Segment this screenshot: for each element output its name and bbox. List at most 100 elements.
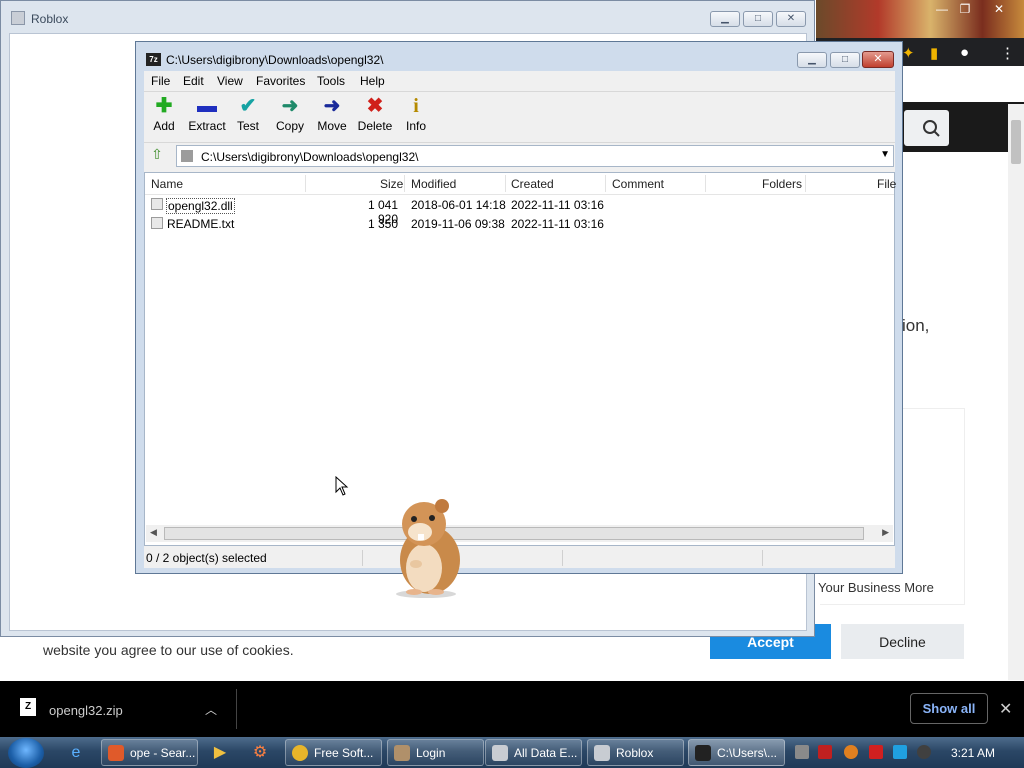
7zip-icon: 7z xyxy=(146,53,161,66)
menu-favorites[interactable]: Favorites xyxy=(256,74,305,88)
extract-button[interactable]: ▬ Extract xyxy=(186,95,228,139)
column-modified[interactable]: Modified xyxy=(411,177,456,191)
7zip-maximize-button[interactable]: □ xyxy=(830,52,860,68)
tray-search-icon[interactable] xyxy=(844,745,858,759)
file-modified: 2018-06-01 14:18 xyxy=(411,198,506,212)
cookie-notice-text: website you agree to our use of cookies. xyxy=(43,642,294,658)
site-search-button[interactable] xyxy=(904,110,949,146)
file-icon xyxy=(151,198,163,210)
path-combobox[interactable]: C:\Users\digibrony\Downloads\opengl32\ ▼ xyxy=(176,145,894,167)
window-icon xyxy=(492,745,508,761)
menu-tools[interactable]: Tools xyxy=(317,74,345,88)
tray-app-icon[interactable] xyxy=(795,745,809,759)
profile-avatar-icon[interactable]: ● xyxy=(960,44,969,61)
roblox-icon xyxy=(594,745,610,761)
decline-cookies-button[interactable]: Decline xyxy=(841,624,964,659)
column-created[interactable]: Created xyxy=(511,177,554,191)
roblox-window-title: Roblox xyxy=(31,12,69,26)
clock[interactable]: 3:21 AM xyxy=(951,746,995,760)
toolbar: ✚ Add ▬ Extract ✔ Test ➜ Copy ➜ Move ✖ D… xyxy=(144,92,895,143)
taskbar-item-all-data[interactable]: All Data E... xyxy=(485,739,582,766)
flag-icon[interactable] xyxy=(869,745,883,759)
table-row[interactable]: opengl32.dll 1 041 920 2018-06-01 14:18 … xyxy=(145,195,894,226)
file-size: 1 350 xyxy=(367,217,398,231)
7zip-close-button[interactable]: ✕ xyxy=(862,51,894,68)
delete-button[interactable]: ✖ Delete xyxy=(354,95,396,139)
download-file-name[interactable]: opengl32.zip xyxy=(49,703,123,718)
roblox-minimize-button[interactable]: ▁ xyxy=(710,11,740,27)
test-button[interactable]: ✔ Test xyxy=(228,95,268,139)
login-app-icon xyxy=(394,745,410,761)
scroll-right-icon[interactable]: ▶ xyxy=(882,527,889,538)
column-folders[interactable]: Folders xyxy=(762,177,802,191)
page-card-text: Your Business More xyxy=(818,580,934,595)
download-bar: Z opengl32.zip ︿ Show all ✕ xyxy=(0,681,1024,737)
menu-edit[interactable]: Edit xyxy=(183,74,204,88)
chrome-icon xyxy=(292,745,308,761)
add-button[interactable]: ✚ Add xyxy=(144,95,184,139)
7zip-window-title: C:\Users\digibrony\Downloads\opengl32\ xyxy=(166,53,384,67)
scroll-thumb[interactable] xyxy=(164,527,864,540)
volume-icon[interactable] xyxy=(917,745,931,759)
menu-dots-icon[interactable]: ⋮ xyxy=(1000,44,1015,62)
app-icon[interactable]: ⚙ xyxy=(248,741,272,765)
column-files[interactable]: File xyxy=(877,177,896,191)
menu-file[interactable]: File xyxy=(151,74,170,88)
mouse-cursor-icon xyxy=(335,476,349,496)
folder-up-button[interactable]: ⇧ xyxy=(147,146,167,166)
minus-icon: ▬ xyxy=(197,95,217,117)
taskbar-item-roblox[interactable]: Roblox xyxy=(587,739,684,766)
roblox-close-button[interactable]: ✕ xyxy=(776,11,806,27)
chevron-up-icon[interactable]: ︿ xyxy=(205,701,217,718)
7zip-client: File Edit View Favorites Tools Help ✚ Ad… xyxy=(144,71,896,568)
menu-help[interactable]: Help xyxy=(360,74,385,88)
media-player-icon[interactable]: ▶ xyxy=(208,741,232,765)
menu-view[interactable]: View xyxy=(217,74,243,88)
hamster-pet-image[interactable] xyxy=(384,494,468,598)
status-bar: 0 / 2 object(s) selected xyxy=(144,548,895,568)
tray-check-icon[interactable] xyxy=(818,745,832,759)
page-scrollbar[interactable] xyxy=(1008,104,1024,680)
7zip-window: 7z C:\Users\digibrony\Downloads\opengl32… xyxy=(135,41,903,574)
file-list: Name Size Modified Created Comment Folde… xyxy=(144,172,896,546)
browser-titlebar: — ❐ ✕ xyxy=(816,0,1024,38)
minimize-icon[interactable]: — xyxy=(931,2,953,16)
scroll-left-icon[interactable]: ◀ xyxy=(150,527,157,538)
taskbar-item-login[interactable]: Login xyxy=(387,739,484,766)
file-created: 2022-11-11 03:16 xyxy=(511,217,604,231)
internet-explorer-icon[interactable]: e xyxy=(64,741,88,765)
roblox-maximize-button[interactable]: □ xyxy=(743,11,773,27)
taskbar-item-7zip[interactable]: C:\Users\... xyxy=(688,739,785,766)
taskbar-item-chrome[interactable]: Free Soft... xyxy=(285,739,382,766)
column-comment[interactable]: Comment xyxy=(612,177,664,191)
move-button[interactable]: ➜ Move xyxy=(312,95,352,139)
close-icon[interactable]: ✕ xyxy=(999,699,1012,719)
sidebar-icon[interactable]: ▮ xyxy=(930,44,938,62)
network-icon[interactable] xyxy=(893,745,907,759)
file-created: 2022-11-11 03:16 xyxy=(511,198,604,212)
7zip-minimize-button[interactable]: ▁ xyxy=(797,52,827,68)
column-size[interactable]: Size xyxy=(380,177,403,191)
show-all-button[interactable]: Show all xyxy=(910,693,988,724)
move-arrow-icon: ➜ xyxy=(323,95,341,117)
copy-arrow-icon: ➜ xyxy=(281,95,299,117)
start-button[interactable] xyxy=(8,738,44,768)
chevron-down-icon[interactable]: ▼ xyxy=(880,149,890,160)
folder-up-icon: ⇧ xyxy=(151,146,163,162)
column-name[interactable]: Name xyxy=(151,177,183,191)
restore-icon[interactable]: ❐ xyxy=(954,2,976,16)
close-icon[interactable]: ✕ xyxy=(988,2,1010,16)
delete-x-icon: ✖ xyxy=(366,95,384,117)
column-header: Name Size Modified Created Comment Folde… xyxy=(145,173,896,195)
zip-file-icon: Z xyxy=(20,698,36,716)
info-icon: i xyxy=(413,95,419,117)
path-text: C:\Users\digibrony\Downloads\opengl32\ xyxy=(201,150,419,164)
roblox-app-icon xyxy=(11,11,25,25)
table-row[interactable]: README.txt 1 350 2019-11-06 09:38 2022-1… xyxy=(145,214,894,233)
menu-bar: File Edit View Favorites Tools Help xyxy=(144,71,895,92)
info-button[interactable]: i Info xyxy=(396,95,436,139)
extension-icon[interactable]: ✦ xyxy=(902,44,915,62)
taskbar-item-search[interactable]: ope - Sear... xyxy=(101,739,198,766)
copy-button[interactable]: ➜ Copy xyxy=(270,95,310,139)
horizontal-scrollbar[interactable]: ◀ ▶ xyxy=(146,525,893,542)
